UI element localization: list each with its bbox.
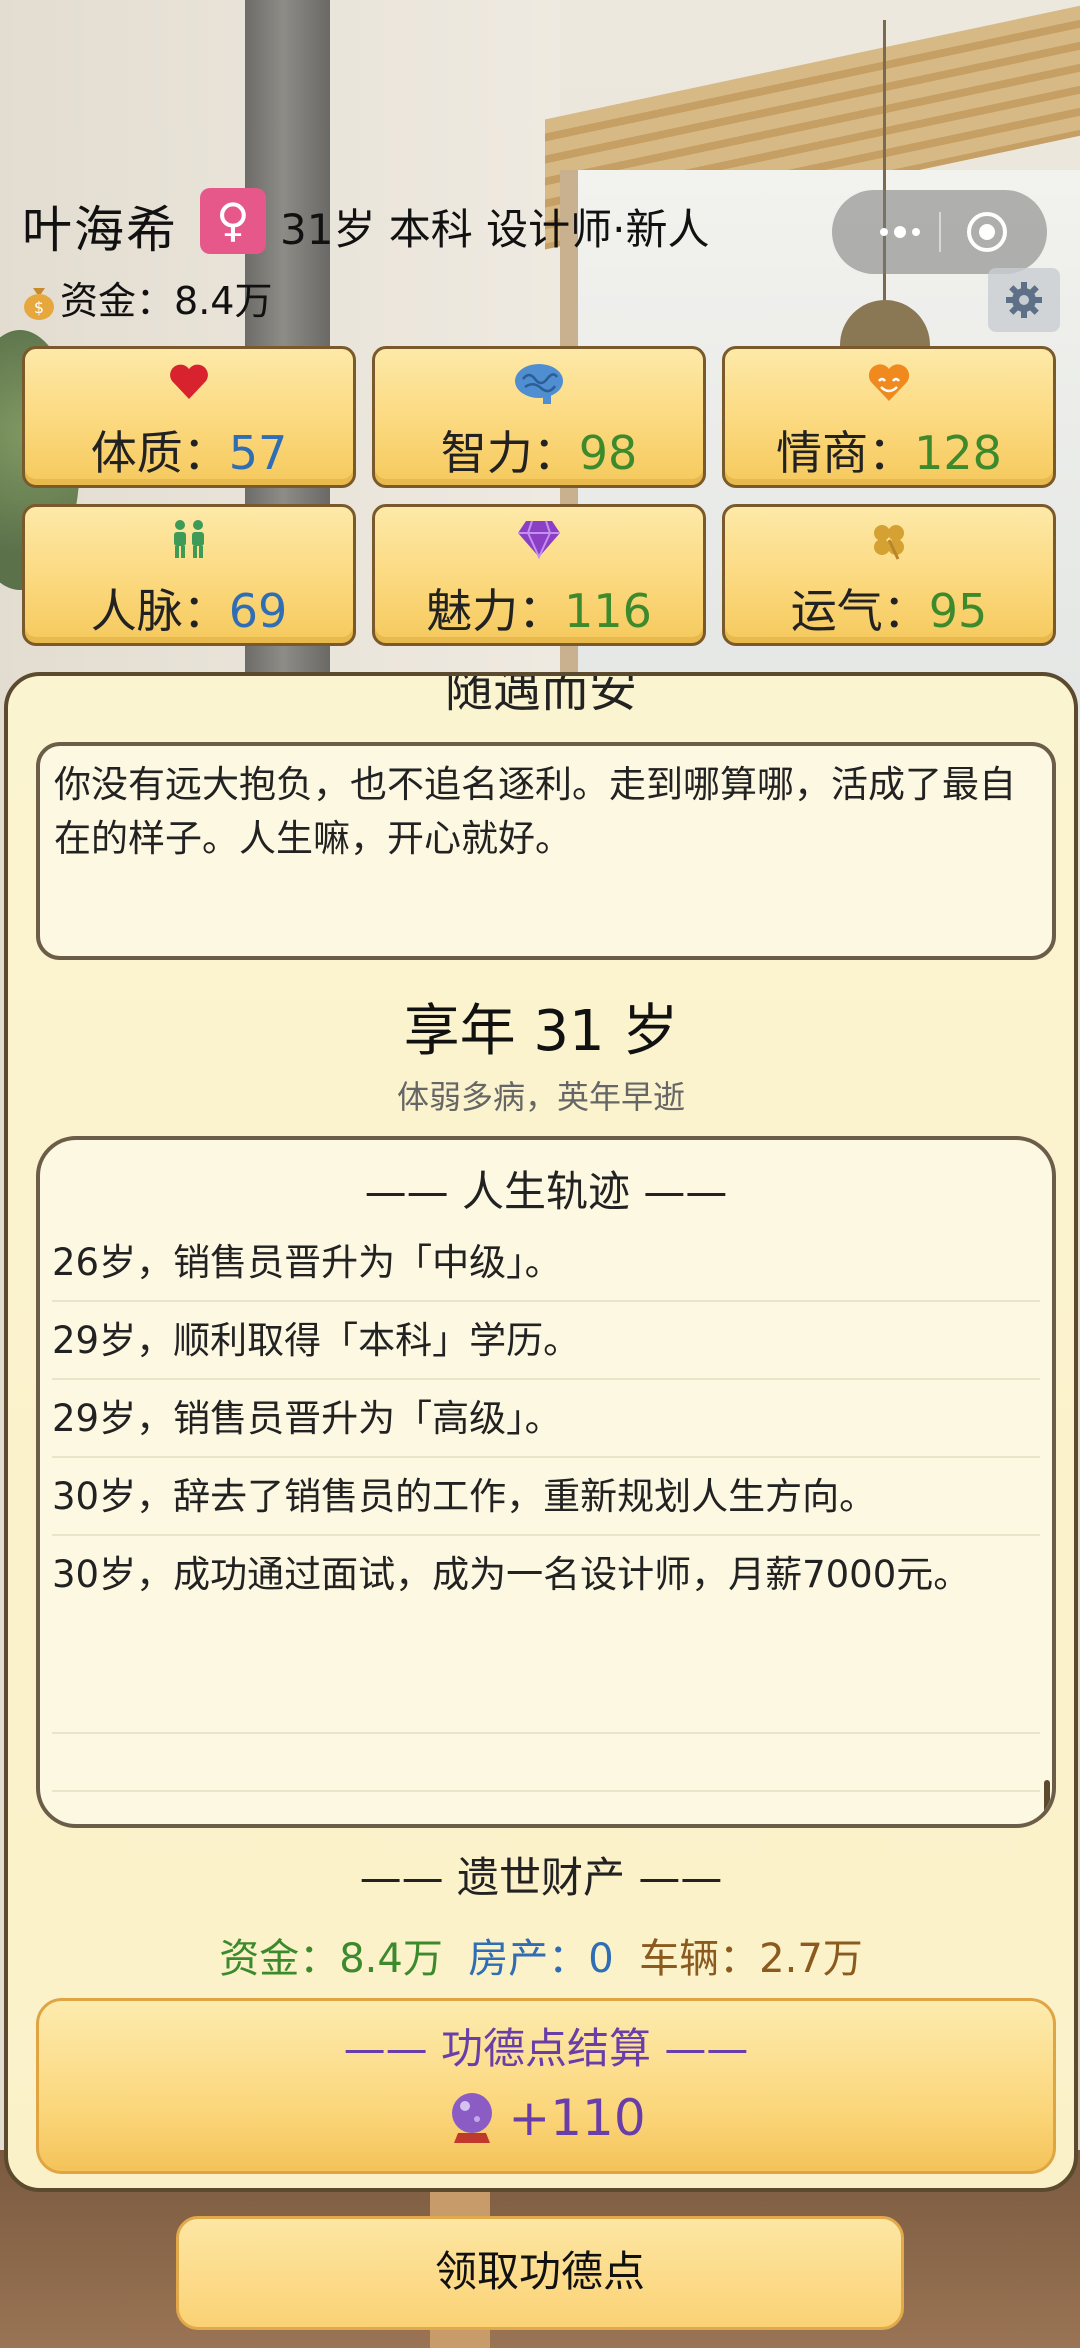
list-item: 29岁，顺利取得「本科」学历。 (52, 1302, 1040, 1380)
smile-heart-icon (868, 364, 910, 401)
stat-label: 智力： (440, 426, 579, 480)
stat-label: 运气： (790, 584, 929, 638)
funds-value: 8.4万 (174, 279, 273, 323)
stat-value: 57 (228, 426, 288, 480)
list-item-empty (52, 1734, 1040, 1792)
merit-amount: +110 (39, 2089, 1053, 2147)
mini-program-capsule (832, 190, 1047, 274)
stat-value: 69 (228, 584, 288, 638)
claim-merit-button[interactable]: 领取功德点 (176, 2216, 904, 2330)
age-at-death: 享年 31 岁 (403, 999, 679, 1064)
character-info: 31岁 本科 设计师·新人 (280, 205, 710, 254)
stat-card-luck: 运气：95 (722, 504, 1056, 646)
stat-card-connections: 人脉：69 (22, 504, 356, 646)
life-summary-panel[interactable]: 随遇而安 你没有远大抱负，也不追名逐利。走到哪算哪，活成了最自在的样子。人生嘛，… (4, 672, 1078, 2192)
list-item: 30岁，辞去了销售员的工作，重新规划人生方向。 (52, 1458, 1040, 1536)
stat-label: 魅力： (426, 584, 565, 638)
heart-icon (170, 364, 208, 399)
stat-card-charm: 魅力：116 (372, 504, 706, 646)
merit-settlement-box: —— 功德点结算 —— +110 (36, 1998, 1056, 2174)
ending-description-box: 你没有远大抱负，也不追名逐利。走到哪算哪，活成了最自在的样子。人生嘛，开心就好。 (36, 742, 1056, 960)
capsule-divider (939, 212, 941, 252)
funds-label: 资金： (60, 279, 175, 323)
list-item: 26岁，销售员晋升为「中级」。 (52, 1224, 1040, 1302)
people-icon (174, 520, 204, 558)
stat-label: 情商： (776, 426, 915, 480)
life-track-box[interactable]: —— 人生轨迹 —— 26岁，销售员晋升为「中级」。 29岁，顺利取得「本科」学… (36, 1136, 1056, 1828)
funds-display: $ 资金：8.4万 (22, 270, 272, 325)
crystal-ball-icon (452, 2093, 493, 2143)
brain-icon (515, 364, 563, 404)
life-track-list[interactable]: 26岁，销售员晋升为「中级」。 29岁，顺利取得「本科」学历。 29岁，销售员晋… (52, 1224, 1040, 1792)
gear-icon (1006, 282, 1042, 318)
clover-icon (874, 525, 904, 560)
more-options-icon[interactable] (872, 214, 932, 250)
ending-title: 随遇而安 (444, 672, 637, 718)
stat-value: 116 (564, 584, 652, 638)
stat-label: 体质： (90, 426, 229, 480)
stat-value: 98 (578, 426, 638, 480)
svg-text:$: $ (34, 298, 44, 317)
list-item: 29岁，销售员晋升为「高级」。 (52, 1380, 1040, 1458)
settings-button[interactable] (988, 268, 1060, 332)
stat-card-constitution: 体质：57 (22, 346, 356, 488)
legacy-car-value: 2.7万 (759, 1936, 863, 1982)
stat-card-eq: 情商：128 (722, 346, 1056, 488)
legacy-assets: 资金：8.4万 房产：0 车辆：2.7万 (8, 1926, 1074, 1984)
death-cause: 体弱多病，英年早逝 (396, 1078, 685, 1116)
ending-description: 你没有远大抱负，也不追名逐利。走到哪算哪，活成了最自在的样子。人生嘛，开心就好。 (54, 763, 1016, 860)
legacy-funds-label: 资金： (219, 1936, 340, 1982)
life-track-title: —— 人生轨迹 —— (364, 1167, 728, 1216)
merit-value: +110 (508, 2089, 646, 2147)
legacy-house-value: 0 (588, 1936, 614, 1982)
legacy-funds-value: 8.4万 (339, 1936, 443, 1982)
close-mini-program-icon[interactable] (965, 210, 1009, 254)
stat-value: 95 (928, 584, 988, 638)
legacy-car-label: 车辆： (639, 1936, 760, 1982)
money-bag-icon: $ (24, 288, 54, 320)
scrollbar[interactable] (1044, 1780, 1050, 1824)
stat-card-intelligence: 智力：98 (372, 346, 706, 488)
merit-title: —— 功德点结算 —— (343, 2024, 749, 2073)
stat-value: 128 (914, 426, 1002, 480)
legacy-title: —— 遗世财产 —— (359, 1853, 723, 1902)
gender-female-badge: ♀ (200, 188, 266, 254)
list-item: 30岁，成功通过面试，成为一名设计师，月薪7000元。 (52, 1536, 1040, 1734)
diamond-icon (518, 520, 560, 560)
stat-label: 人脉： (90, 584, 229, 638)
character-name: 叶海希 (22, 201, 178, 259)
legacy-house-label: 房产： (468, 1936, 589, 1982)
